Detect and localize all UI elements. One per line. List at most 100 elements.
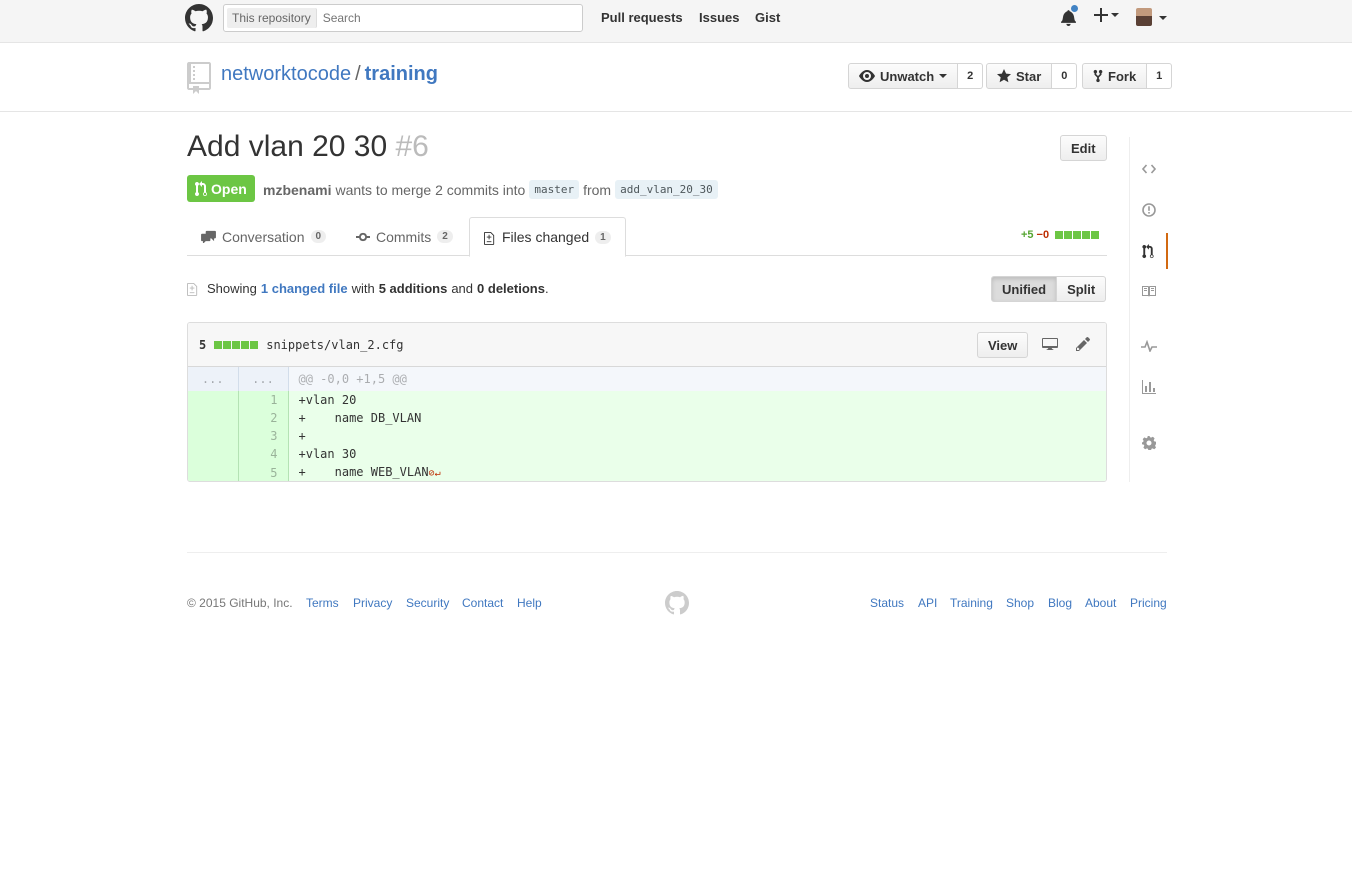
nav-pull-requests[interactable]: Pull requests <box>601 10 683 25</box>
pull-request-icon <box>1142 243 1154 258</box>
issue-icon <box>1142 203 1156 217</box>
sidenav-issues[interactable] <box>1130 192 1168 228</box>
line-code: + <box>288 427 1106 445</box>
file-icon[interactable] <box>187 281 199 296</box>
repo-title: networktocode / training <box>221 63 438 86</box>
new-line-number[interactable]: 2 <box>238 409 289 427</box>
repo-header: networktocode / training Unwatch 2 Star 0 … <box>0 43 1352 112</box>
tab-label: Files changed <box>502 229 590 245</box>
footer-link-security[interactable]: Security <box>406 596 449 610</box>
code-icon <box>1142 164 1156 174</box>
tab-commits[interactable]: Commits 2 <box>342 217 467 256</box>
star-count[interactable]: 0 <box>1052 63 1078 89</box>
file-header: 5 snippets/vlan_2.cfg View <box>188 323 1106 367</box>
eye-icon <box>859 70 875 82</box>
hunk-header: @@ -0,0 +1,5 @@ <box>288 367 1106 391</box>
sidenav-pull-requests[interactable] <box>1130 233 1168 269</box>
hunk-expand-new[interactable]: ... <box>238 367 289 391</box>
footer-link-help[interactable]: Help <box>517 596 542 610</box>
chevron-down-icon <box>939 74 948 78</box>
old-line-number <box>188 463 239 481</box>
sidenav-wiki[interactable] <box>1130 273 1168 309</box>
github-mark-icon[interactable] <box>185 4 213 32</box>
pr-title-text: Add vlan 20 30 <box>187 130 388 163</box>
footer-link-status[interactable]: Status <box>870 596 904 610</box>
fork-group: Fork 1 <box>1082 63 1173 89</box>
fork-count[interactable]: 1 <box>1147 63 1173 89</box>
edit-button[interactable]: Edit <box>1060 135 1107 161</box>
fork-icon <box>1093 69 1103 83</box>
line-code: +vlan 20 <box>288 391 1106 409</box>
search-box[interactable]: This repository <box>223 4 583 32</box>
unwatch-button[interactable]: Unwatch <box>848 63 959 89</box>
footer-link-pricing[interactable]: Pricing <box>1130 596 1167 610</box>
toc-and: and <box>451 281 474 296</box>
sidenav-code[interactable] <box>1130 151 1168 187</box>
desktop-icon[interactable] <box>1042 337 1058 351</box>
sidenav-graphs[interactable] <box>1130 369 1168 405</box>
toc-additions: 5 additions <box>378 281 448 296</box>
tab-conversation[interactable]: Conversation 0 <box>187 217 340 256</box>
sidenav-pulse[interactable] <box>1130 328 1168 364</box>
tab-label: Commits <box>376 228 432 245</box>
diff-line: 5 + name WEB_VLAN⊘↵ <box>188 463 1106 481</box>
split-button[interactable]: Split <box>1057 276 1107 302</box>
pulse-icon <box>1141 340 1157 352</box>
chevron-down-icon[interactable] <box>1159 16 1167 20</box>
github-mark-icon[interactable] <box>665 591 689 615</box>
footer-link-shop[interactable]: Shop <box>1006 596 1034 610</box>
tab-files-changed[interactable]: Files changed 1 <box>469 217 626 257</box>
repo-owner-link[interactable]: networktocode <box>221 63 351 85</box>
sidenav-settings[interactable] <box>1130 425 1168 461</box>
new-line-number[interactable]: 1 <box>238 391 289 409</box>
tab-label: Conversation <box>222 228 305 245</box>
new-line-number[interactable]: 3 <box>238 427 289 445</box>
hunk-row: ... ... @@ -0,0 +1,5 @@ <box>188 367 1106 391</box>
toc-deletions: 0 deletions <box>477 281 545 296</box>
footer-link-contact[interactable]: Contact <box>462 596 503 610</box>
no-newline-icon: ⊘↵ <box>428 468 441 479</box>
base-branch: master <box>529 180 580 199</box>
repo-name-link[interactable]: training <box>365 63 438 85</box>
diffstat-blocks <box>1055 231 1100 239</box>
line-code-text: + name WEB_VLAN <box>298 465 429 479</box>
diff-line: 4 +vlan 30 <box>188 445 1106 463</box>
footer-link-terms[interactable]: Terms <box>306 596 339 610</box>
diffstat: +5 −0 <box>1021 229 1100 241</box>
nav-gist[interactable]: Gist <box>755 10 780 25</box>
unwatch-label: Unwatch <box>880 68 935 84</box>
footer-link-privacy[interactable]: Privacy <box>353 596 392 610</box>
new-line-number[interactable]: 5 <box>238 463 289 481</box>
hunk-expand-old[interactable]: ... <box>188 367 239 391</box>
footer-link-about[interactable]: About <box>1085 596 1116 610</box>
star-button[interactable]: Star <box>986 63 1053 89</box>
file-diff-icon <box>484 231 495 245</box>
footer-link-api[interactable]: API <box>918 596 937 610</box>
avatar[interactable] <box>1136 8 1152 26</box>
author-link[interactable]: mzbenami <box>263 182 331 198</box>
new-line-number[interactable]: 4 <box>238 445 289 463</box>
diff-summary: Showing 1 changed file with 5 additions … <box>187 281 549 296</box>
pencil-icon[interactable] <box>1076 337 1090 351</box>
create-new-menu[interactable] <box>1094 8 1119 22</box>
nav-issues[interactable]: Issues <box>699 10 739 25</box>
pr-title: Add vlan 20 30 #6 <box>187 130 429 164</box>
file-diffstat-blocks <box>214 340 259 349</box>
wiki-icon <box>1142 286 1156 297</box>
footer-link-training[interactable]: Training <box>950 596 993 610</box>
from-text: from <box>583 181 612 198</box>
footer-link-blog[interactable]: Blog <box>1048 596 1072 610</box>
file-path[interactable]: snippets/vlan_2.cfg <box>266 338 403 352</box>
toc-period: . <box>544 281 549 296</box>
search-input[interactable] <box>322 11 573 25</box>
fork-button[interactable]: Fork <box>1082 63 1148 89</box>
unified-button[interactable]: Unified <box>991 276 1058 302</box>
file-diff: 5 snippets/vlan_2.cfg View ... ... @@ -0… <box>187 322 1107 482</box>
watch-count[interactable]: 2 <box>958 63 984 89</box>
toc-showing: Showing <box>207 281 257 296</box>
diff-line: 1 +vlan 20 <box>188 391 1106 409</box>
tab-counter: 0 <box>310 230 327 243</box>
tab-counter: 1 <box>595 230 611 244</box>
changed-files-link[interactable]: 1 changed file <box>261 281 348 296</box>
view-file-button[interactable]: View <box>977 332 1029 358</box>
